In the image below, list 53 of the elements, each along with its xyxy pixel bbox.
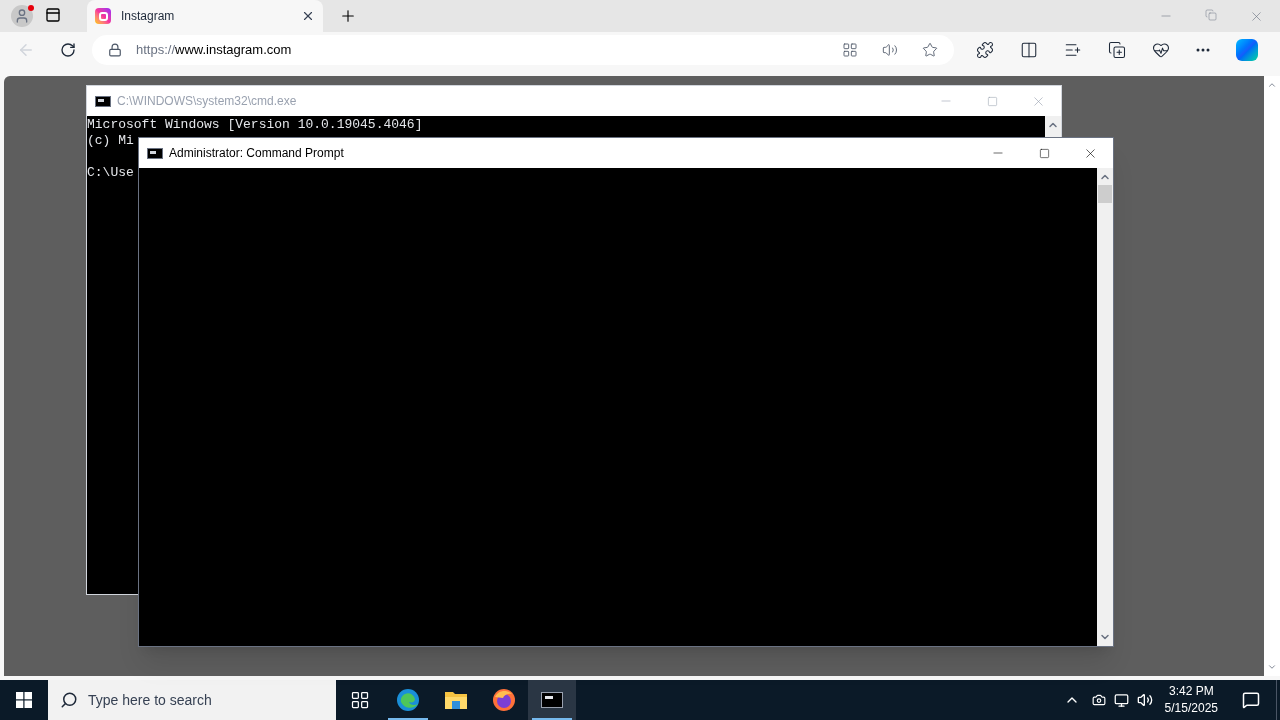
console-line: Microsoft Windows [Version 10.0.19045.4046] bbox=[87, 117, 423, 133]
window-title: C:\WINDOWS\system32\cmd.exe bbox=[117, 93, 297, 110]
favorite-icon bbox=[922, 42, 938, 58]
scroll-thumb[interactable] bbox=[1098, 185, 1112, 203]
lock-icon bbox=[108, 43, 122, 57]
close-icon bbox=[1249, 9, 1264, 24]
volume-icon bbox=[1136, 692, 1153, 708]
read-aloud-icon[interactable] bbox=[882, 42, 898, 58]
task-view-icon bbox=[350, 690, 370, 710]
favorites-icon bbox=[1064, 41, 1082, 59]
taskbar-app[interactable] bbox=[528, 680, 576, 720]
more-icon[interactable] bbox=[1196, 48, 1210, 52]
assistant-icon[interactable] bbox=[1236, 39, 1258, 61]
maximize-icon bbox=[1038, 147, 1050, 159]
address-bar[interactable]: https://www.instagram.com bbox=[92, 35, 954, 65]
scroll-up-icon[interactable] bbox=[1267, 80, 1277, 90]
network-icon bbox=[1113, 692, 1129, 708]
scrollbar[interactable] bbox=[1097, 168, 1113, 646]
new-tab-icon bbox=[339, 7, 357, 25]
instagram-logo-icon bbox=[95, 8, 111, 24]
clock[interactable]: 3:42 PM 5/15/2025 bbox=[1164, 683, 1218, 717]
browser-tab[interactable]: Instagram bbox=[87, 0, 323, 32]
restore-icon bbox=[1205, 9, 1217, 21]
collections-icon bbox=[1108, 41, 1126, 59]
close-icon bbox=[301, 9, 315, 23]
windows-logo-icon bbox=[16, 692, 32, 708]
extensions-icon bbox=[976, 41, 994, 59]
console-line: (c) Mi bbox=[87, 133, 134, 149]
camera-icon bbox=[1091, 693, 1106, 707]
search-field[interactable]: Type here to search bbox=[48, 680, 336, 720]
browser-icon bbox=[396, 688, 420, 712]
window-title: Administrator: Command Prompt bbox=[169, 145, 344, 162]
console-icon bbox=[95, 95, 111, 107]
console-icon bbox=[541, 692, 563, 708]
tab-actions-icon bbox=[45, 7, 61, 23]
reload-icon bbox=[60, 42, 76, 58]
maximize-icon bbox=[986, 95, 998, 107]
console-icon bbox=[147, 147, 163, 159]
back-icon bbox=[17, 41, 35, 59]
notifications-icon bbox=[1242, 691, 1260, 709]
folder-icon bbox=[444, 689, 468, 711]
health-icon bbox=[1152, 41, 1170, 59]
fox-browser-icon bbox=[492, 688, 516, 712]
scrollbar[interactable] bbox=[1045, 116, 1061, 137]
console-line: C:\Use bbox=[87, 165, 134, 181]
search-icon bbox=[60, 691, 78, 709]
app-icon bbox=[842, 42, 858, 58]
tab-title: Instagram bbox=[121, 8, 175, 25]
profile-icon[interactable] bbox=[11, 5, 33, 27]
url-text: https://www.instagram.com bbox=[136, 41, 292, 60]
page-scrollbar[interactable] bbox=[1264, 76, 1280, 676]
split-screen-icon bbox=[1020, 41, 1038, 59]
scroll-down-icon[interactable] bbox=[1267, 662, 1277, 672]
